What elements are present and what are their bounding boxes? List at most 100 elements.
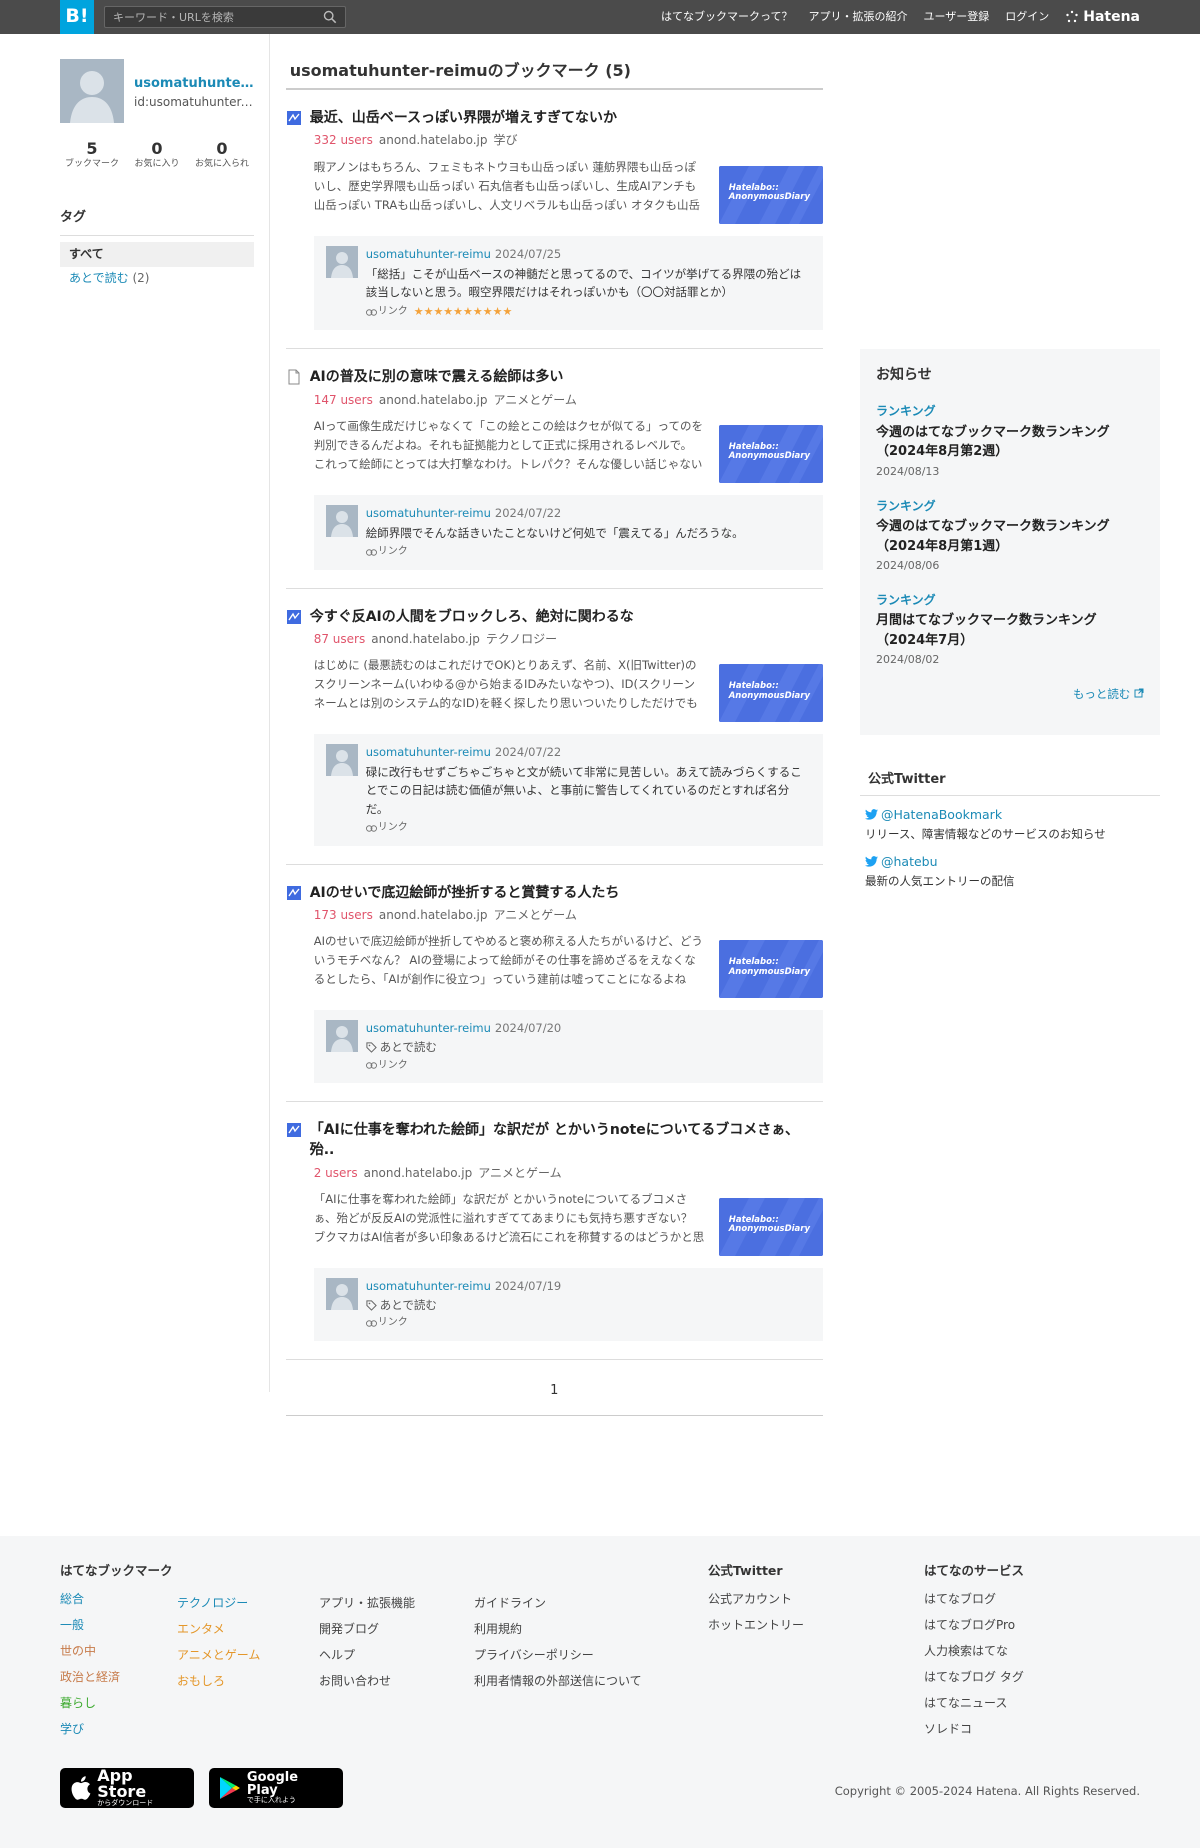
footer-link[interactable]: 開発ブログ	[319, 1616, 415, 1642]
entry-category-link[interactable]: アニメとゲーム	[493, 908, 576, 922]
avatar[interactable]	[325, 1020, 358, 1053]
twitter-handle-link[interactable]: @hatebu	[865, 853, 1160, 871]
twitter-handle-link[interactable]: @HatenaBookmark	[865, 806, 1160, 824]
entry-category-link[interactable]: アニメとゲーム	[493, 393, 576, 407]
footer-link[interactable]: はてなブログPro	[924, 1612, 1024, 1638]
hatena-brand-link[interactable]: Hatena	[1065, 7, 1140, 27]
nav-signup[interactable]: ユーザー登録	[923, 9, 989, 25]
entry-thumbnail[interactable]: Hatelabo:: AnonymousDiary	[718, 424, 823, 483]
entry-domain-link[interactable]: anond.hatelabo.jp	[364, 1166, 473, 1180]
entry-domain-link[interactable]: anond.hatelabo.jp	[379, 908, 488, 922]
notice-title[interactable]: 今週のはてなブックマーク数ランキング（2024年8月第2週）	[876, 423, 1144, 462]
entry-title-link[interactable]: 「AIに仕事を奪われた絵師」な訳だが とかいうnoteについてるブコメさぁ、殆.…	[310, 1120, 823, 1161]
footer-link[interactable]: おもしろ	[177, 1668, 260, 1694]
entry-category-link[interactable]: 学び	[493, 133, 517, 147]
star-rating[interactable]: ★★★★★★★★★★	[414, 304, 513, 320]
entry-thumbnail[interactable]: Hatelabo:: AnonymousDiary	[718, 940, 823, 999]
comment-date-link[interactable]: 2024/07/25	[495, 247, 561, 261]
comment-user-link[interactable]: usomatuhunter-reimu	[366, 506, 491, 520]
more-link[interactable]: もっと読む	[876, 686, 1144, 703]
users-count-link[interactable]: 87 users	[314, 632, 366, 646]
stat-bookmarks[interactable]: 5 ブックマーク	[60, 139, 124, 171]
avatar[interactable]	[60, 59, 124, 123]
hatena-bookmark-logo[interactable]: B!	[60, 0, 94, 34]
permalink[interactable]: リンク	[365, 545, 408, 560]
comment-date-link[interactable]: 2024/07/20	[495, 1021, 561, 1035]
comment-user-link[interactable]: usomatuhunter-reimu	[366, 1021, 491, 1035]
footer-link[interactable]: エンタメ	[177, 1616, 260, 1642]
permalink[interactable]: リンク	[365, 305, 408, 320]
footer-link[interactable]: 世の中	[60, 1638, 173, 1664]
footer-link[interactable]: はてなブログ	[924, 1586, 1024, 1612]
entry-title-link[interactable]: AIの普及に別の意味で震える絵師は多い	[310, 367, 564, 387]
users-count-link[interactable]: 332 users	[314, 133, 373, 147]
users-count-link[interactable]: 2 users	[314, 1166, 358, 1180]
notice-item[interactable]: ランキング 月間はてなブックマーク数ランキング（2024年7月） 2024/08…	[876, 592, 1144, 668]
notice-item[interactable]: ランキング 今週のはてなブックマーク数ランキング（2024年8月第2週） 202…	[876, 403, 1144, 479]
entry-category-link[interactable]: テクノロジー	[486, 632, 557, 646]
comment-date-link[interactable]: 2024/07/22	[495, 506, 561, 520]
footer-link[interactable]: ヘルプ	[319, 1642, 415, 1668]
stat-favorited-by[interactable]: 0 お気に入られ	[190, 139, 254, 171]
footer-link[interactable]: 総合	[60, 1586, 173, 1612]
footer-link[interactable]: テクノロジー	[177, 1590, 260, 1616]
entry-domain-link[interactable]: anond.hatelabo.jp	[379, 393, 488, 407]
entry-thumbnail[interactable]: Hatelabo:: AnonymousDiary	[718, 664, 823, 723]
notice-title[interactable]: 今週のはてなブックマーク数ランキング（2024年8月第1週）	[876, 517, 1144, 556]
comment-user-link[interactable]: usomatuhunter-reimu	[366, 1279, 491, 1293]
footer-link[interactable]: 利用者情報の外部送信について	[474, 1668, 642, 1694]
avatar[interactable]	[325, 1278, 358, 1311]
permalink[interactable]: リンク	[365, 1316, 408, 1331]
tag-item-all[interactable]: すべて	[60, 242, 254, 268]
nav-apps[interactable]: アプリ・拡張の紹介	[808, 9, 907, 25]
avatar[interactable]	[325, 245, 358, 278]
comment-tag[interactable]: あとで読む	[366, 1297, 811, 1314]
stat-favorites[interactable]: 0 お気に入り	[125, 139, 189, 171]
entry-domain-link[interactable]: anond.hatelabo.jp	[371, 632, 480, 646]
entry-title-link[interactable]: 今すぐ反AIの人間をブロックしろ、絶対に関わるな	[310, 607, 634, 627]
search-icon[interactable]	[323, 10, 337, 24]
google-play-badge[interactable]: Google Play で手に入れよう	[209, 1767, 343, 1808]
notice-title[interactable]: 月間はてなブックマーク数ランキング（2024年7月）	[876, 611, 1144, 650]
avatar[interactable]	[325, 744, 358, 777]
comment-date-link[interactable]: 2024/07/22	[495, 745, 561, 759]
comment-user-link[interactable]: usomatuhunter-reimu	[366, 745, 491, 759]
footer-link[interactable]: 公式アカウント	[708, 1586, 804, 1612]
comment-tag[interactable]: あとで読む	[366, 1039, 811, 1056]
users-count-link[interactable]: 173 users	[314, 908, 373, 922]
profile-name[interactable]: usomatuhunter-reimu	[134, 75, 254, 94]
footer-link[interactable]: アプリ・拡張機能	[319, 1590, 415, 1616]
tag-label[interactable]: あとで読む	[69, 271, 129, 285]
users-count-link[interactable]: 147 users	[314, 393, 373, 407]
footer-link[interactable]: 暮らし	[60, 1690, 173, 1716]
footer-link[interactable]: 一般	[60, 1612, 173, 1638]
entry-thumbnail[interactable]: Hatelabo:: AnonymousDiary	[718, 165, 823, 224]
footer-link[interactable]: ソレドコ	[924, 1716, 1024, 1742]
comment-date-link[interactable]: 2024/07/19	[495, 1279, 561, 1293]
nav-about[interactable]: はてなブックマークって？	[661, 9, 792, 25]
footer-link[interactable]: はてなニュース	[924, 1690, 1024, 1716]
entry-category-link[interactable]: アニメとゲーム	[478, 1166, 561, 1180]
footer-link[interactable]: 人力検索はてな	[924, 1638, 1024, 1664]
notice-item[interactable]: ランキング 今週のはてなブックマーク数ランキング（2024年8月第1週） 202…	[876, 498, 1144, 574]
footer-link[interactable]: アニメとゲーム	[177, 1642, 260, 1668]
footer-link[interactable]: ガイドライン	[474, 1590, 642, 1616]
permalink[interactable]: リンク	[365, 821, 408, 836]
page-number[interactable]: 1	[550, 1383, 558, 1398]
entry-title-link[interactable]: AIのせいで底辺絵師が挫折すると賞賛する人たち	[310, 883, 620, 903]
entry-title-link[interactable]: 最近、山岳ベースっぽい界隈が増えすぎてないか	[310, 108, 617, 128]
comment-user-link[interactable]: usomatuhunter-reimu	[366, 247, 491, 261]
footer-link[interactable]: 学び	[60, 1716, 173, 1742]
entry-thumbnail[interactable]: Hatelabo:: AnonymousDiary	[718, 1198, 823, 1257]
footer-link[interactable]: ホットエントリー	[708, 1612, 804, 1638]
footer-link[interactable]: プライバシーポリシー	[474, 1642, 642, 1668]
footer-link[interactable]: 利用規約	[474, 1616, 642, 1642]
tag-item-atode[interactable]: あとで読む (2)	[60, 267, 254, 290]
app-store-badge[interactable]: App Store からダウンロード	[60, 1767, 194, 1808]
entry-domain-link[interactable]: anond.hatelabo.jp	[379, 133, 488, 147]
footer-link[interactable]: はてなブログ タグ	[924, 1664, 1024, 1690]
footer-link[interactable]: お問い合わせ	[319, 1668, 415, 1694]
footer-link[interactable]: 政治と経済	[60, 1664, 173, 1690]
avatar[interactable]	[325, 504, 358, 537]
permalink[interactable]: リンク	[365, 1059, 408, 1074]
